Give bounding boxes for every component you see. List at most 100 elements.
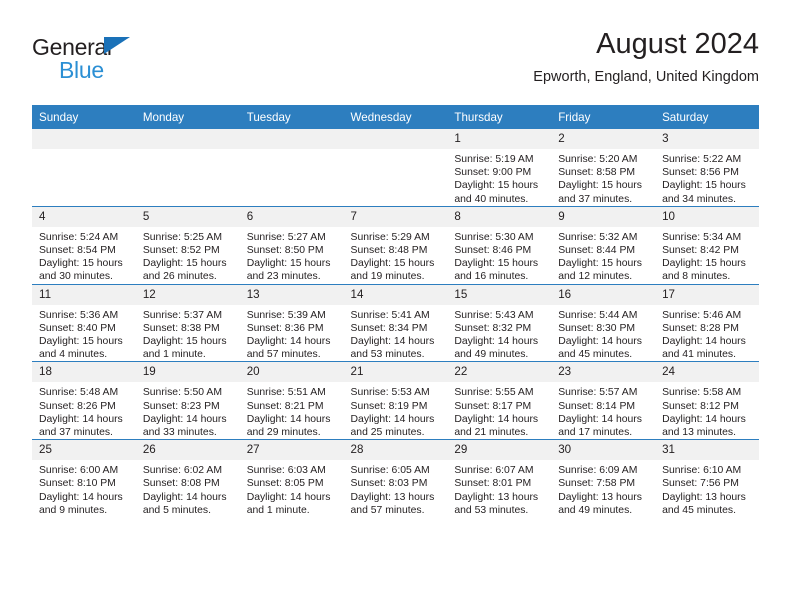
calendar-day-cell[interactable]: 2 Sunrise: 5:20 AM Sunset: 8:58 PM Daylight… (551, 129, 656, 207)
sunrise-time: Sunrise: 5:25 AM (142, 231, 222, 243)
calendar-day-cell[interactable]: 24 Sunrise: 5:58 AM Sunset: 8:12 PM Dayligh… (655, 361, 759, 440)
daylight-duration-line1: Daylight: 15 hours (246, 258, 331, 270)
sunrise-time: Sunrise: 5:20 AM (558, 154, 638, 165)
day-number: 30 (551, 440, 656, 461)
calendar-day-cell[interactable]: 29 Sunrise: 6:07 AM Sunset: 8:01 PM Dayligh… (447, 439, 552, 518)
calendar-day-cell[interactable]: 12 Sunrise: 5:37 AM Sunset: 8:38 PM Dayligh… (135, 283, 240, 362)
calendar-day-cell[interactable]: 17 Sunrise: 5:46 AM Sunset: 8:28 PM Dayligh… (655, 283, 759, 362)
calendar-day-cell[interactable]: 15 Sunrise: 5:43 AM Sunset: 8:32 PM Dayligh… (447, 283, 552, 362)
day-number: 11 (32, 284, 136, 305)
sunset-time: Sunset: 8:52 PM (142, 245, 220, 257)
sunset-time: Sunset: 8:12 PM (662, 400, 739, 412)
calendar-day-cell[interactable]: 20 Sunrise: 5:51 AM Sunset: 8:21 PM Dayligh… (239, 361, 344, 440)
day-number: 25 (32, 440, 136, 461)
calendar-day-cell[interactable]: 4 Sunrise: 5:24 AM Sunset: 8:54 PM Daylight… (32, 205, 136, 285)
daylight-duration-line1: Daylight: 14 hours (454, 336, 539, 348)
calendar-day-cell[interactable]: 18 Sunrise: 5:48 AM Sunset: 8:26 PM Dayligh… (32, 361, 136, 440)
day-details: Sunrise: 5:41 AM Sunset: 8:34 PM Daylight:… (344, 305, 448, 362)
calendar-day-cell[interactable]: 26 Sunrise: 6:02 AM Sunset: 8:08 PM Dayligh… (135, 439, 240, 518)
daylight-duration-line1: Daylight: 14 hours (142, 491, 227, 503)
day-number: 8 (447, 206, 552, 227)
daylight-duration-line2: and 13 minutes. (662, 427, 736, 439)
daylight-duration-line2: and 57 minutes. (350, 504, 425, 516)
day-number: 12 (135, 284, 240, 305)
day-details: Sunrise: 5:29 AM Sunset: 8:48 PM Daylight:… (344, 227, 448, 284)
day-number (343, 129, 448, 149)
calendar-day-cell[interactable]: 5 Sunrise: 5:25 AM Sunset: 8:52 PM Daylight… (135, 205, 240, 285)
daylight-duration-line2: and 57 minutes. (246, 349, 321, 361)
daylight-duration-line2: and 34 minutes. (662, 193, 736, 205)
calendar-day-cell[interactable]: 3 Sunrise: 5:22 AM Sunset: 8:56 PM Daylight… (655, 129, 759, 207)
daylight-duration-line1: Daylight: 14 hours (558, 413, 642, 425)
calendar-day-cell[interactable]: 13 Sunrise: 5:39 AM Sunset: 8:36 PM Dayligh… (239, 283, 344, 362)
sunrise-time: Sunrise: 5:39 AM (246, 309, 326, 321)
general-blue-logo[interactable]: General Blue (32, 34, 292, 90)
calendar-day-cell[interactable]: 10 Sunrise: 5:34 AM Sunset: 8:42 PM Dayligh… (655, 205, 759, 285)
calendar-day-cell[interactable]: 31 Sunrise: 6:10 AM Sunset: 7:56 PM Dayligh… (655, 439, 759, 518)
sunset-time: Sunset: 8:05 PM (246, 478, 324, 490)
day-number: 7 (343, 206, 448, 227)
daylight-duration-line2: and 9 minutes. (39, 504, 108, 516)
page-header: General Blue August 2024 Epworth, Englan… (32, 26, 759, 98)
daylight-duration-line2: and 8 minutes. (662, 271, 731, 283)
calendar-day-cell[interactable]: 25 Sunrise: 6:00 AM Sunset: 8:10 PM Dayligh… (32, 439, 136, 518)
sunset-time: Sunset: 9:00 PM (454, 167, 532, 179)
daylight-duration-line1: Daylight: 15 hours (662, 258, 746, 270)
calendar-day-cell[interactable]: 7 Sunrise: 5:29 AM Sunset: 8:48 PM Daylight… (343, 205, 448, 285)
title-block: August 2024 Epworth, England, United Kin… (533, 26, 759, 86)
day-details: Sunrise: 5:30 AM Sunset: 8:46 PM Daylight:… (447, 227, 551, 284)
calendar-day-cell[interactable]: 21 Sunrise: 5:53 AM Sunset: 8:19 PM Dayligh… (343, 361, 448, 440)
calendar-day-cell[interactable]: 6 Sunrise: 5:27 AM Sunset: 8:50 PM Daylight… (239, 205, 344, 285)
calendar-day-cell[interactable]: 23 Sunrise: 5:57 AM Sunset: 8:14 PM Dayligh… (551, 361, 656, 440)
day-number: 18 (32, 362, 136, 383)
sunrise-time: Sunrise: 5:55 AM (454, 387, 534, 399)
sunset-time: Sunset: 8:46 PM (454, 245, 532, 257)
sunset-time: Sunset: 8:56 PM (662, 167, 739, 179)
daylight-duration-line2: and 53 minutes. (454, 504, 529, 516)
calendar-week-row: 1 Sunrise: 5:19 AM Sunset: 9:00 PM Daylight… (32, 129, 759, 207)
daylight-duration-line1: Daylight: 15 hours (350, 258, 435, 270)
calendar-day-cell[interactable]: 1 Sunrise: 5:19 AM Sunset: 9:00 PM Daylight… (447, 129, 552, 207)
daylight-duration-line1: Daylight: 13 hours (350, 491, 435, 503)
sunset-time: Sunset: 8:14 PM (558, 400, 636, 412)
calendar-day-cell[interactable]: 14 Sunrise: 5:41 AM Sunset: 8:34 PM Dayligh… (343, 283, 448, 362)
daylight-duration-line2: and 53 minutes. (350, 349, 425, 361)
day-details: Sunrise: 6:03 AM Sunset: 8:05 PM Daylight:… (240, 460, 344, 517)
day-number: 29 (447, 440, 552, 461)
daylight-duration-line1: Daylight: 15 hours (454, 180, 539, 192)
sunset-time: Sunset: 8:01 PM (454, 478, 532, 490)
day-number: 22 (447, 362, 552, 383)
day-details: Sunrise: 5:32 AM Sunset: 8:44 PM Daylight:… (551, 227, 655, 284)
sunset-time: Sunset: 8:48 PM (350, 245, 428, 257)
day-details: Sunrise: 5:34 AM Sunset: 8:42 PM Daylight:… (655, 227, 759, 284)
calendar-day-cell[interactable]: 22 Sunrise: 5:55 AM Sunset: 8:17 PM Dayligh… (447, 361, 552, 440)
calendar-day-cell[interactable]: 28 Sunrise: 6:05 AM Sunset: 8:03 PM Dayligh… (343, 439, 448, 518)
day-details: Sunrise: 5:46 AM Sunset: 8:28 PM Daylight:… (655, 305, 759, 362)
daylight-duration-line1: Daylight: 14 hours (246, 491, 331, 503)
calendar-day-cell[interactable]: 9 Sunrise: 5:32 AM Sunset: 8:44 PM Daylight… (551, 205, 656, 285)
day-number: 5 (135, 206, 240, 227)
calendar-day-cell[interactable]: 19 Sunrise: 5:50 AM Sunset: 8:23 PM Dayligh… (135, 361, 240, 440)
daylight-duration-line1: Daylight: 13 hours (454, 491, 539, 503)
day-number: 1 (447, 129, 552, 149)
daylight-duration-line1: Daylight: 14 hours (246, 336, 331, 348)
daylight-duration-line2: and 23 minutes. (246, 271, 321, 283)
sunset-time: Sunset: 8:10 PM (39, 478, 116, 490)
daylight-duration-line2: and 33 minutes. (142, 427, 217, 439)
calendar-day-cell[interactable]: 30 Sunrise: 6:09 AM Sunset: 7:58 PM Dayligh… (551, 439, 656, 518)
calendar-page: General Blue August 2024 Epworth, Englan… (0, 0, 792, 612)
calendar-day-cell[interactable]: 27 Sunrise: 6:03 AM Sunset: 8:05 PM Dayligh… (239, 439, 344, 518)
calendar-cell-empty (239, 129, 344, 207)
calendar-week-row: 11 Sunrise: 5:36 AM Sunset: 8:40 PM Dayligh… (32, 283, 759, 362)
day-number: 23 (551, 362, 656, 383)
daylight-duration-line1: Daylight: 14 hours (350, 413, 435, 425)
sunrise-time: Sunrise: 5:43 AM (454, 309, 534, 321)
day-number: 31 (655, 440, 759, 461)
daylight-duration-line2: and 26 minutes. (142, 271, 217, 283)
calendar-day-cell[interactable]: 11 Sunrise: 5:36 AM Sunset: 8:40 PM Dayligh… (32, 283, 136, 362)
sunrise-time: Sunrise: 5:34 AM (662, 231, 742, 243)
daylight-duration-line2: and 1 minute. (142, 349, 206, 361)
calendar-day-cell[interactable]: 16 Sunrise: 5:44 AM Sunset: 8:30 PM Dayligh… (551, 283, 656, 362)
calendar-day-cell[interactable]: 8 Sunrise: 5:30 AM Sunset: 8:46 PM Daylight… (447, 205, 552, 285)
sunrise-time: Sunrise: 5:36 AM (39, 309, 119, 321)
